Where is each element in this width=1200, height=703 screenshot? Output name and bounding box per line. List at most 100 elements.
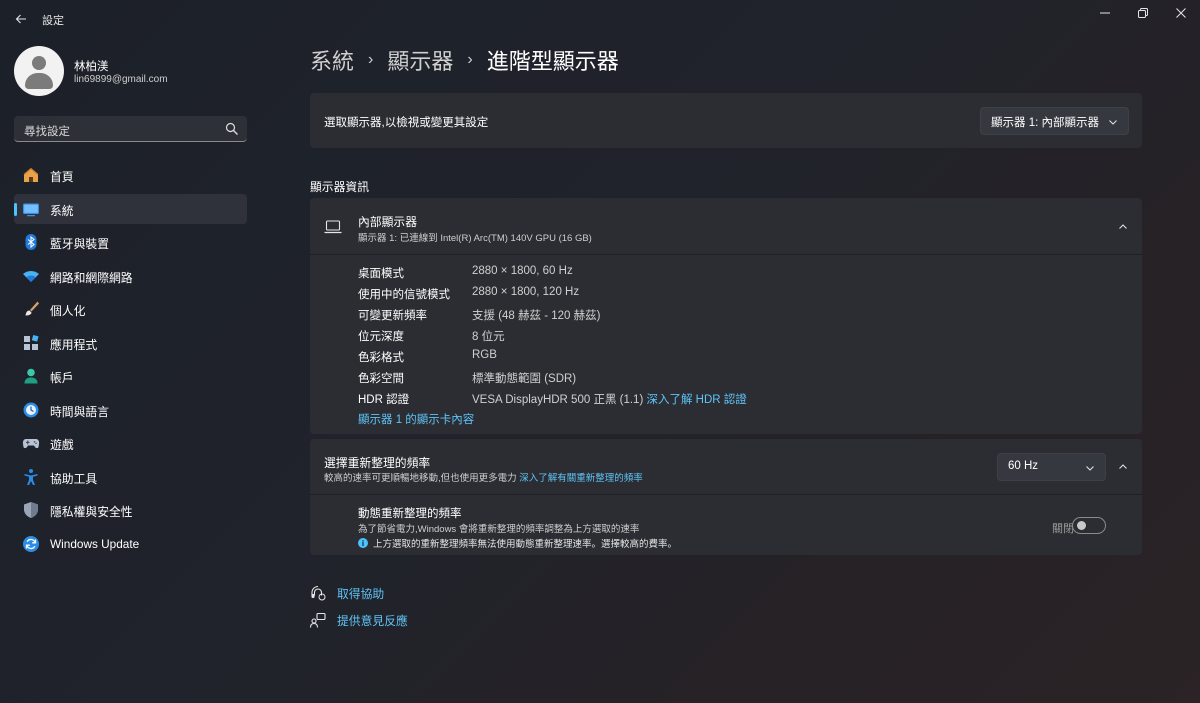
dynamic-refresh-toggle[interactable] [1072, 517, 1106, 534]
sidebar-item-label: 隱私權與安全性 [50, 505, 133, 519]
feedback-label: 提供意見反應 [337, 613, 408, 628]
user-email: lin69899@gmail.com [74, 74, 168, 85]
update-icon [22, 535, 40, 553]
info-value: RGB [472, 349, 497, 361]
info-key: HDR 認證 [358, 394, 410, 406]
sidebar-item-system[interactable]: 系統 [14, 193, 247, 224]
brush-icon [22, 300, 40, 318]
info-key: 使用中的信號模式 [358, 289, 450, 301]
breadcrumb-system[interactable]: 系統 [310, 44, 354, 76]
bluetooth-icon [22, 233, 40, 251]
hdr-value: VESA DisplayHDR 500 正黑 (1.1) [472, 394, 644, 406]
search-placeholder: 尋找設定 [24, 126, 70, 138]
info-key: 色彩空間 [358, 373, 404, 385]
page-title: 進階型顯示器 [486, 49, 619, 74]
section-title: 顯示器資訊 [310, 180, 369, 194]
display-info-card: 內部顯示器 顯示器 1: 已連線到 Intel(R) Arc(TM) 140V … [310, 198, 1142, 434]
user-name: 林柏渼 [74, 61, 109, 73]
gaming-icon [22, 434, 40, 452]
toggle-state-label: 關閉 [1052, 523, 1074, 535]
close-button[interactable] [1158, 0, 1200, 26]
chevron-up-icon[interactable] [1118, 222, 1128, 232]
sidebar-item-label: 個人化 [50, 304, 86, 318]
search-icon [225, 122, 238, 135]
info-value: 2880 × 1800, 60 Hz [472, 265, 573, 277]
account-icon [22, 367, 40, 385]
refresh-rate-value: 60 Hz [1008, 460, 1039, 472]
laptop-icon [324, 220, 342, 234]
title-bar: 設定 [0, 0, 1200, 36]
time-language-icon [22, 401, 40, 419]
display-select-label: 選取顯示器,以檢視或變更其設定 [324, 117, 489, 129]
display-select-dropdown[interactable]: 顯示器 1: 內部顯示器 [980, 107, 1129, 135]
sidebar-item-label: 帳戶 [50, 371, 74, 385]
system-icon [22, 200, 40, 218]
sidebar-nav: 首頁 系統 藍牙與裝置 網路和網際網路 個人化 應用程式 帳戶 時間與語言 遊戲… [14, 160, 247, 562]
shield-icon [22, 501, 40, 519]
sidebar-item-time-language[interactable]: 時間與語言 [14, 395, 247, 425]
search-input[interactable]: 尋找設定 [14, 116, 247, 142]
toggle-knob [1077, 521, 1086, 530]
sidebar-item-label: 應用程式 [50, 337, 98, 352]
refresh-rate-title: 選擇重新整理的頻率 [324, 456, 431, 470]
back-button[interactable] [8, 6, 34, 32]
sidebar-item-label: 時間與語言 [50, 404, 109, 419]
refresh-rate-desc-text: 較高的速率可更順暢地移動,但也使用更多電力 [324, 473, 517, 484]
sidebar-item-home[interactable]: 首頁 [14, 160, 247, 190]
info-value: VESA DisplayHDR 500 正黑 (1.1) 深入了解 HDR 認證 [472, 391, 747, 407]
chevron-down-icon [1086, 466, 1094, 471]
refresh-rate-card: 選擇重新整理的頻率 較高的速率可更順暢地移動,但也使用更多電力 深入了解有關重新… [310, 439, 1142, 555]
apps-icon [22, 334, 40, 352]
refresh-rate-dropdown[interactable]: 60 Hz [997, 453, 1106, 481]
home-icon [22, 166, 40, 184]
hdr-learn-more-link[interactable]: 深入了解 HDR 認證 [646, 394, 746, 406]
dynamic-refresh-note-text: 上方選取的重新整理頻率無法使用動態重新整理速率。選擇較高的費率。 [373, 539, 678, 550]
info-key: 可變更新頻率 [358, 310, 427, 322]
accessibility-icon [22, 468, 40, 486]
sidebar-item-personalization[interactable]: 個人化 [14, 294, 247, 324]
sidebar-item-windows-update[interactable]: Windows Update [14, 529, 247, 559]
sidebar-item-label: 首頁 [50, 170, 74, 184]
sidebar-item-gaming[interactable]: 遊戲 [14, 428, 247, 458]
sidebar-item-accounts[interactable]: 帳戶 [14, 361, 247, 391]
sidebar-item-apps[interactable]: 應用程式 [14, 328, 247, 358]
get-help-link[interactable]: 取得協助 [310, 583, 384, 603]
chevron-right-icon: › [467, 51, 473, 68]
sidebar-item-bluetooth[interactable]: 藍牙與裝置 [14, 227, 247, 257]
avatar [14, 46, 64, 96]
sidebar-item-label: 藍牙與裝置 [50, 237, 109, 251]
display-select-card: 選取顯示器,以檢視或變更其設定 顯示器 1: 內部顯示器 [310, 93, 1142, 148]
refresh-rate-learn-more-link[interactable]: 深入了解有關重新整理的頻率 [519, 473, 643, 484]
help-icon [310, 585, 326, 601]
display-info-header[interactable]: 內部顯示器 顯示器 1: 已連線到 Intel(R) Arc(TM) 140V … [310, 198, 1142, 255]
adapter-properties-link[interactable]: 顯示器 1 的顯示卡內容 [358, 411, 474, 427]
chevron-right-icon: › [368, 51, 374, 68]
info-value: 2880 × 1800, 120 Hz [472, 286, 580, 298]
window-title: 設定 [42, 15, 64, 27]
chevron-up-icon[interactable] [1118, 462, 1128, 472]
display-name: 內部顯示器 [358, 215, 417, 229]
feedback-icon [310, 612, 326, 628]
restore-icon [1138, 8, 1148, 18]
info-value: 標準動態範圍 (SDR) [472, 373, 577, 385]
breadcrumb-display[interactable]: 顯示器 [387, 44, 453, 76]
sidebar-item-label: 系統 [50, 203, 74, 218]
sidebar-item-network[interactable]: 網路和網際網路 [14, 261, 247, 291]
sidebar-item-label: Windows Update [50, 536, 140, 551]
get-help-label: 取得協助 [337, 586, 385, 601]
feedback-link[interactable]: 提供意見反應 [310, 610, 408, 630]
minimize-icon [1100, 12, 1110, 14]
info-key: 桌面模式 [358, 268, 404, 280]
info-value: 8 位元 [472, 331, 505, 343]
chevron-down-icon [1109, 120, 1117, 125]
refresh-rate-header: 選擇重新整理的頻率 較高的速率可更順暢地移動,但也使用更多電力 深入了解有關重新… [310, 439, 1142, 495]
display-subtitle: 顯示器 1: 已連線到 Intel(R) Arc(TM) 140V GPU (1… [358, 233, 592, 244]
info-key: 色彩格式 [358, 352, 404, 364]
info-icon: i [358, 538, 368, 548]
back-arrow-icon [15, 14, 26, 24]
sidebar-item-accessibility[interactable]: 協助工具 [14, 462, 247, 492]
sidebar-item-privacy-security[interactable]: 隱私權與安全性 [14, 495, 247, 525]
sidebar-item-label: 協助工具 [50, 471, 98, 486]
info-value: 支援 (48 赫茲 - 120 赫茲) [472, 310, 601, 322]
user-profile[interactable]: 林柏渼 lin69899@gmail.com [14, 46, 254, 98]
